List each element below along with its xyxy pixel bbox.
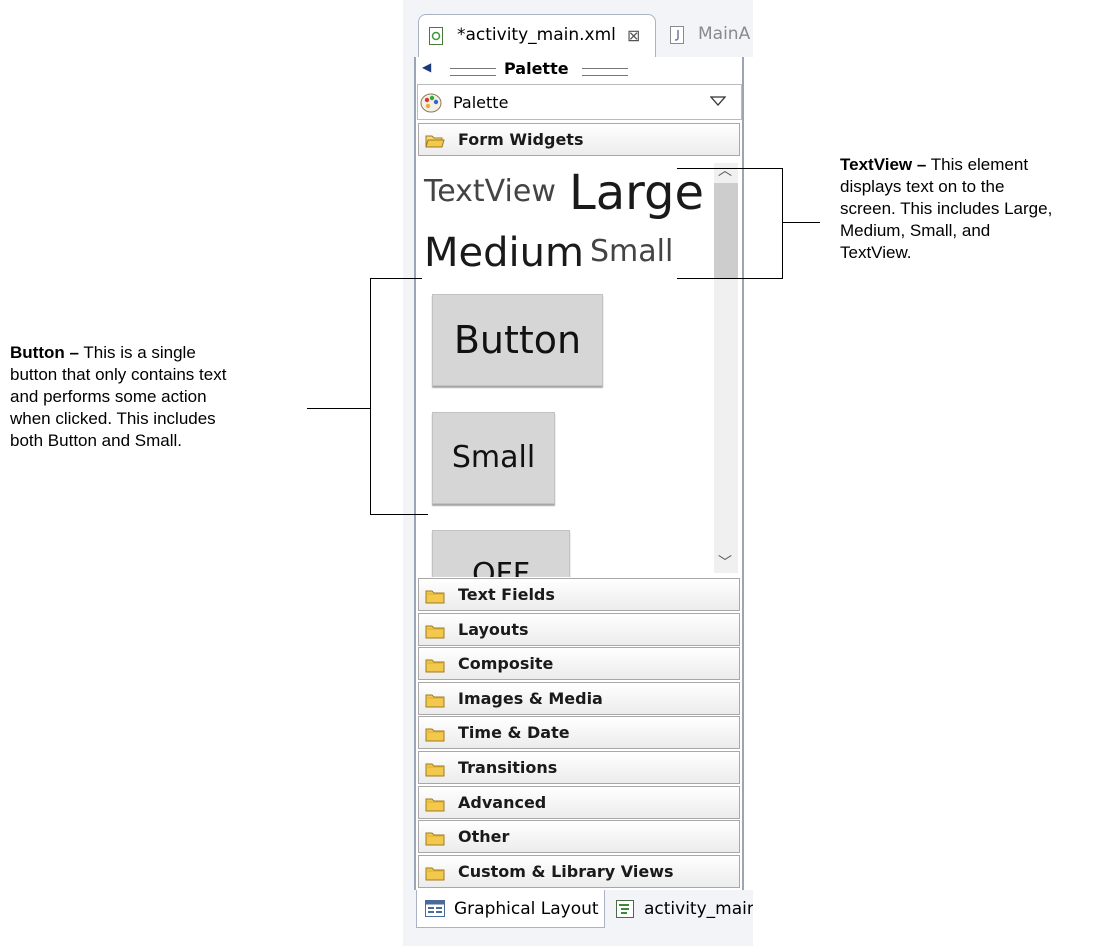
category-item[interactable]: Transitions bbox=[418, 751, 740, 784]
widget-medium-text[interactable]: Medium bbox=[424, 233, 584, 273]
open-folder-icon bbox=[425, 135, 445, 148]
xml-file-icon bbox=[429, 27, 443, 45]
textview-annotation: TextView – This element displays text on… bbox=[840, 154, 1105, 264]
category-item[interactable]: Other bbox=[418, 820, 740, 854]
grip-icon bbox=[582, 68, 628, 76]
tab-label: MainA bbox=[698, 24, 751, 44]
widget-large-text[interactable]: Large bbox=[569, 169, 704, 217]
textview-bracket-side bbox=[782, 168, 783, 279]
widget-toggle-button[interactable]: OFF bbox=[432, 530, 570, 577]
folder-icon bbox=[425, 625, 445, 639]
form-widgets-content: TextView Large Medium Small Button Small… bbox=[418, 157, 740, 577]
tab-activity-main-xml[interactable]: *activity_main.xml ⊠ bbox=[418, 14, 656, 58]
annotation-line: This is a single bbox=[83, 343, 196, 362]
annotation-title: TextView – bbox=[840, 155, 927, 174]
textview-pointer-line bbox=[782, 222, 820, 223]
annotation-line: and performs some action bbox=[10, 387, 207, 406]
category-item[interactable]: Composite bbox=[418, 647, 740, 681]
category-label: Composite bbox=[458, 654, 554, 674]
tab-graphical-layout[interactable]: Graphical Layout bbox=[416, 890, 605, 928]
category-label: Layouts bbox=[458, 619, 529, 639]
annotation-line: when clicked. This includes bbox=[10, 409, 216, 428]
category-label: Form Widgets bbox=[458, 130, 584, 149]
category-label: Advanced bbox=[458, 792, 547, 812]
annotation-line: both Button and Small. bbox=[10, 431, 183, 450]
tab-label: activity_main bbox=[644, 899, 753, 919]
category-item[interactable]: Text Fields bbox=[418, 578, 740, 611]
button-bracket-top bbox=[370, 278, 422, 279]
folder-icon bbox=[425, 694, 445, 708]
textview-bracket-bottom bbox=[677, 278, 783, 279]
category-label: Custom & Library Views bbox=[458, 861, 674, 881]
category-label: Other bbox=[458, 827, 510, 847]
button-bracket-side bbox=[370, 278, 371, 515]
layout-icon bbox=[425, 900, 445, 917]
annotation-line: screen. This includes Large, bbox=[840, 199, 1053, 218]
category-label: Transitions bbox=[458, 758, 558, 777]
dropdown-arrow-icon bbox=[710, 96, 726, 106]
category-form-widgets[interactable]: Form Widgets bbox=[418, 123, 740, 156]
tab-main-activity[interactable]: MainA bbox=[666, 14, 753, 58]
annotation-line: Medium, Small, and bbox=[840, 221, 991, 240]
category-item[interactable]: Advanced bbox=[418, 785, 740, 819]
folder-icon bbox=[425, 659, 445, 673]
category-item[interactable]: Time & Date bbox=[418, 716, 740, 750]
palette-title-bar: ◀ Palette bbox=[416, 58, 752, 82]
tab-label: *activity_main.xml bbox=[457, 25, 616, 45]
palette-selector[interactable]: Palette bbox=[417, 84, 742, 120]
widget-toggle-label: OFF bbox=[471, 557, 531, 577]
annotation-title: Button – bbox=[10, 343, 79, 362]
widget-button[interactable]: Button bbox=[432, 294, 603, 386]
scrollbar-thumb[interactable] bbox=[714, 183, 738, 278]
button-pointer-line bbox=[307, 408, 370, 409]
category-label: Images & Media bbox=[458, 688, 603, 708]
folder-icon bbox=[425, 728, 445, 742]
category-item[interactable]: Layouts bbox=[418, 612, 740, 646]
category-item[interactable]: Custom & Library Views bbox=[418, 854, 740, 888]
textview-bracket-top bbox=[677, 168, 783, 169]
chevron-up-icon[interactable]: ︿ bbox=[718, 160, 732, 180]
widget-small-button-label: Small bbox=[451, 440, 536, 475]
folder-icon bbox=[425, 590, 445, 604]
grip-icon bbox=[450, 68, 496, 76]
widget-small-button[interactable]: Small bbox=[432, 412, 555, 504]
widget-small-text[interactable]: Small bbox=[590, 237, 673, 267]
tab-label: Graphical Layout bbox=[454, 899, 599, 919]
palette-selector-label: Palette bbox=[453, 93, 509, 112]
category-label: Text Fields bbox=[458, 585, 555, 604]
category-label: Time & Date bbox=[458, 723, 570, 743]
palette-icon bbox=[420, 93, 442, 113]
bottom-tab-bar: Graphical Layout activity_main bbox=[414, 890, 753, 930]
java-file-icon bbox=[670, 26, 684, 44]
folder-icon bbox=[425, 867, 445, 881]
xml-source-icon bbox=[616, 900, 634, 918]
button-bracket-bottom bbox=[370, 514, 428, 515]
button-annotation: Button – This is a single button that on… bbox=[10, 342, 300, 452]
annotation-line: button that only contains text bbox=[10, 365, 227, 384]
annotation-line: This element bbox=[930, 155, 1029, 174]
folder-icon bbox=[425, 763, 445, 777]
palette-title: Palette bbox=[504, 59, 569, 78]
annotation-line: displays text on to the bbox=[840, 177, 1005, 196]
category-item[interactable]: Images & Media bbox=[418, 681, 740, 715]
folder-icon bbox=[425, 832, 445, 846]
close-icon[interactable]: ⊠ bbox=[627, 26, 640, 46]
collapse-arrow-icon[interactable]: ◀ bbox=[422, 60, 431, 74]
widget-button-label: Button bbox=[453, 318, 582, 362]
tab-activity-main[interactable]: activity_main bbox=[612, 890, 753, 928]
annotation-line: TextView. bbox=[840, 243, 912, 262]
chevron-down-icon[interactable]: ﹀ bbox=[718, 552, 732, 572]
widget-textview[interactable]: TextView bbox=[424, 177, 556, 207]
folder-icon bbox=[425, 798, 445, 812]
